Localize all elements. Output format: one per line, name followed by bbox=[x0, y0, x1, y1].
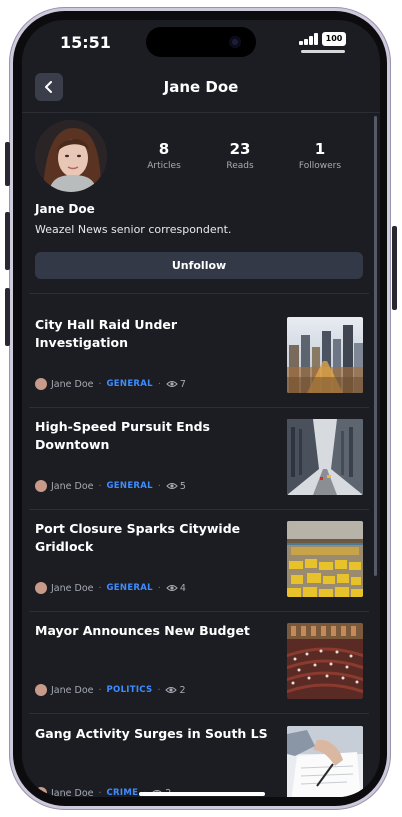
port-containers-thumbnail bbox=[287, 521, 363, 597]
article-meta: Jane Doe · GENERAL · 5 bbox=[35, 479, 186, 493]
stat-articles-value: 8 bbox=[158, 140, 170, 158]
article-thumbnail[interactable] bbox=[287, 419, 363, 495]
view-count: 2 bbox=[179, 684, 186, 696]
author-name: Jane Doe bbox=[51, 480, 94, 492]
stat-reads[interactable]: 23 Reads bbox=[200, 140, 280, 171]
scrollbar[interactable] bbox=[374, 116, 377, 576]
meta-separator: · bbox=[98, 480, 102, 492]
parliament-chamber-thumbnail bbox=[287, 623, 363, 699]
view-count: 5 bbox=[179, 480, 186, 492]
article-thumbnail[interactable] bbox=[287, 726, 363, 797]
page-header: Jane Doe bbox=[22, 68, 380, 113]
view-count: 7 bbox=[179, 378, 186, 390]
article-card[interactable]: Port Closure Sparks Citywide Gridlock Ja… bbox=[29, 511, 369, 613]
author-avatar bbox=[35, 787, 47, 797]
profile-bio: Weazel News senior correspondent. bbox=[35, 223, 232, 236]
meta-separator: · bbox=[98, 582, 102, 594]
article-title: High-Speed Pursuit Ends Downtown bbox=[35, 419, 210, 452]
unfollow-button[interactable]: Unfollow bbox=[35, 252, 363, 279]
stat-articles-label: Articles bbox=[147, 161, 181, 171]
page-title: Jane Doe bbox=[163, 78, 239, 96]
profile-name: Jane Doe bbox=[35, 202, 95, 216]
battery-icon: 100 bbox=[322, 32, 346, 46]
divider bbox=[29, 509, 369, 510]
meta-separator: · bbox=[157, 684, 161, 696]
meta-separator: · bbox=[98, 378, 102, 390]
city-skyline-thumbnail bbox=[287, 317, 363, 393]
meta-separator: · bbox=[157, 378, 161, 390]
app-screen: 15:51 100 Jane Doe 8 Articles 23 Reads 1… bbox=[22, 20, 380, 797]
eye-icon bbox=[165, 687, 178, 693]
volume-up-button bbox=[5, 212, 10, 270]
stat-reads-label: Reads bbox=[226, 161, 254, 171]
eye-icon bbox=[166, 381, 178, 387]
divider bbox=[29, 713, 369, 714]
signal-icon bbox=[299, 33, 319, 45]
stat-followers-label: Followers bbox=[298, 161, 342, 171]
article-meta: Jane Doe · POLITICS · 2 bbox=[35, 683, 186, 697]
meta-separator: · bbox=[98, 787, 102, 798]
author-avatar bbox=[35, 480, 47, 492]
profile-stats: 8 Articles 23 Reads 1 Followers bbox=[122, 140, 362, 180]
article-card[interactable]: Mayor Announces New Budget Jane Doe · PO… bbox=[29, 613, 369, 715]
eye-icon bbox=[166, 585, 178, 591]
author-avatar bbox=[35, 378, 47, 390]
home-indicator[interactable] bbox=[139, 792, 265, 796]
category-tag[interactable]: GENERAL bbox=[107, 583, 153, 593]
article-meta: Jane Doe · GENERAL · 4 bbox=[35, 581, 186, 595]
article-meta: Jane Doe · GENERAL · 7 bbox=[35, 377, 186, 391]
meta-separator: · bbox=[98, 684, 102, 696]
volume-down-button bbox=[5, 288, 10, 346]
article-title: City Hall Raid Under Investigation bbox=[35, 317, 178, 350]
author-name: Jane Doe bbox=[51, 582, 94, 594]
dynamic-island bbox=[146, 27, 256, 57]
category-tag[interactable]: GENERAL bbox=[107, 379, 153, 389]
category-tag[interactable]: CRIME bbox=[107, 788, 139, 797]
battery-level-bar bbox=[301, 50, 345, 53]
power-button bbox=[392, 226, 397, 310]
author-name: Jane Doe bbox=[51, 684, 94, 696]
article-card[interactable]: High-Speed Pursuit Ends Downtown Jane Do… bbox=[29, 409, 369, 511]
article-thumbnail[interactable] bbox=[287, 317, 363, 393]
article-thumbnail[interactable] bbox=[287, 623, 363, 699]
stat-followers-value: 1 bbox=[314, 140, 326, 158]
stat-articles[interactable]: 8 Articles bbox=[124, 140, 204, 171]
article-card[interactable]: City Hall Raid Under Investigation Jane … bbox=[29, 307, 369, 409]
stat-reads-value: 23 bbox=[229, 140, 251, 158]
article-title: Port Closure Sparks Citywide Gridlock bbox=[35, 521, 241, 554]
camera-icon bbox=[229, 36, 241, 48]
category-tag[interactable]: GENERAL bbox=[107, 481, 153, 491]
author-name: Jane Doe bbox=[51, 378, 94, 390]
article-title: Gang Activity Surges in South LS bbox=[35, 726, 268, 741]
profile-avatar bbox=[35, 120, 107, 192]
view-count: 4 bbox=[179, 582, 186, 594]
meta-separator: · bbox=[157, 582, 161, 594]
downtown-street-thumbnail bbox=[287, 419, 363, 495]
category-tag[interactable]: POLITICS bbox=[107, 685, 153, 695]
author-avatar bbox=[35, 582, 47, 594]
eye-icon bbox=[166, 483, 178, 489]
divider bbox=[29, 407, 369, 408]
article-card[interactable]: Gang Activity Surges in South LS Jane Do… bbox=[29, 716, 369, 797]
action-button bbox=[5, 142, 10, 186]
status-time: 15:51 bbox=[60, 33, 111, 52]
divider bbox=[29, 611, 369, 612]
author-avatar bbox=[35, 684, 47, 696]
article-title: Mayor Announces New Budget bbox=[35, 623, 250, 638]
divider bbox=[29, 293, 369, 294]
article-thumbnail[interactable] bbox=[287, 521, 363, 597]
meta-separator: · bbox=[157, 480, 161, 492]
status-bar: 15:51 100 bbox=[22, 20, 380, 64]
stat-followers[interactable]: 1 Followers bbox=[280, 140, 360, 171]
signing-document-thumbnail bbox=[287, 726, 363, 797]
author-name: Jane Doe bbox=[51, 787, 94, 798]
profile-portrait-image bbox=[35, 120, 107, 192]
